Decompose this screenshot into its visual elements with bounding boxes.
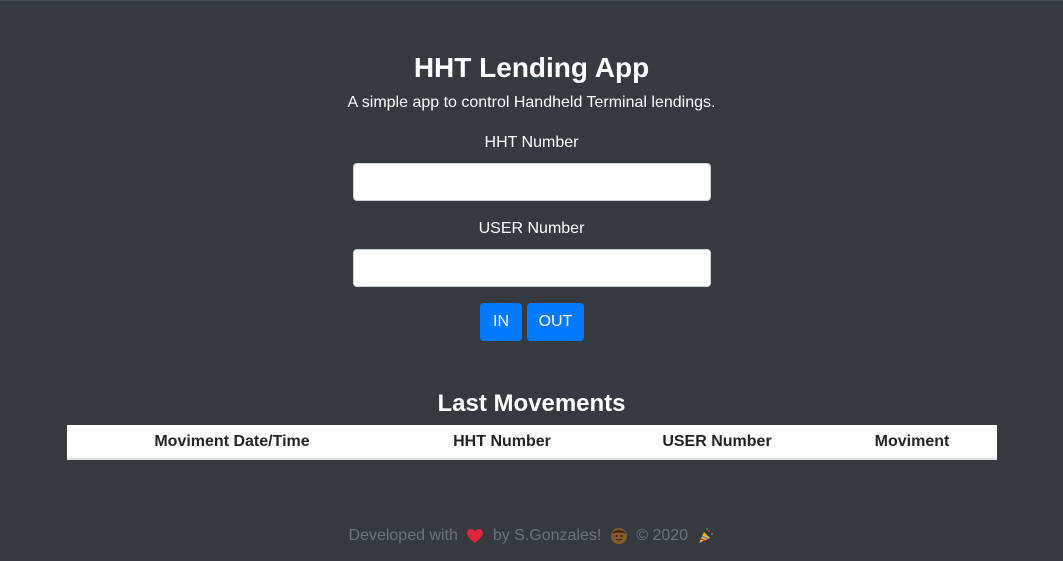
hht-number-input[interactable]: [353, 163, 711, 201]
footer-copyright: © 2020: [636, 527, 689, 544]
person-icon: [610, 528, 627, 544]
column-header-user-number: USER Number: [662, 433, 772, 450]
user-number-label: USER Number: [478, 220, 585, 237]
hht-number-label: HHT Number: [484, 134, 579, 151]
column-header-hht-number: HHT Number: [453, 433, 551, 450]
footer-prefix: Developed with: [348, 527, 458, 544]
app-page: HHT Lending App A simple app to control …: [0, 0, 1063, 561]
footer: Developed with by S.Gonzales! © 2020: [0, 526, 1063, 546]
movements-table: Moviment Date/Time HHT Number USER Numbe…: [67, 425, 997, 460]
party-popper-icon: [698, 528, 713, 543]
app-title: HHT Lending App: [413, 52, 650, 83]
column-header-datetime: Moviment Date/Time: [154, 433, 310, 450]
heart-icon: [467, 529, 484, 543]
column-header-moviment: Moviment: [874, 433, 950, 450]
user-number-input[interactable]: [353, 249, 711, 287]
footer-author: by S.Gonzales!: [492, 527, 602, 544]
last-movements-title: Last Movements: [437, 390, 626, 417]
app-subtitle: A simple app to control Handheld Termina…: [347, 94, 716, 111]
out-button[interactable]: OUT: [527, 303, 584, 341]
in-button[interactable]: IN: [480, 303, 522, 341]
